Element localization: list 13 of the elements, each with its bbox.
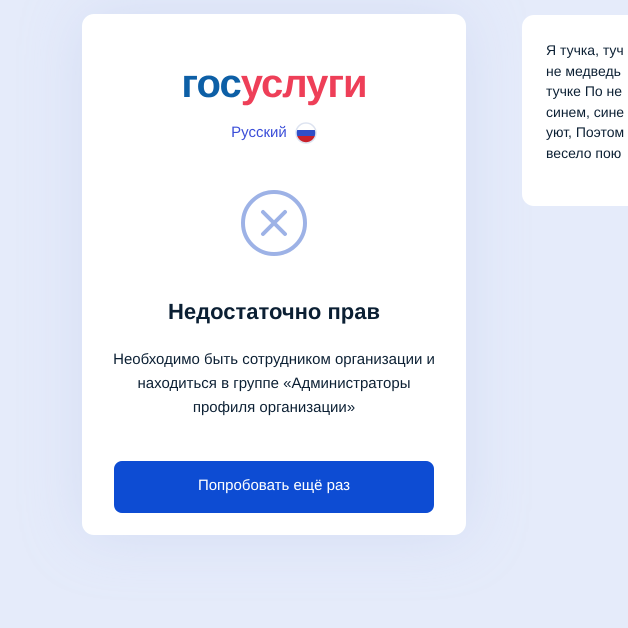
side-text-line: Я тучка, туч — [546, 41, 624, 60]
side-text-line: весело пою — [546, 144, 622, 162]
logo: госуслуги — [181, 64, 367, 104]
error-message: Необходимо быть сотрудником организации и находиться в группе «Администраторы профиля организации» — [112, 350, 436, 418]
error-icon — [240, 188, 308, 256]
side-text-line: синем, сине — [546, 102, 624, 122]
side-text-line: не медведь — [546, 62, 621, 81]
side-text-line: уют, Поэтом — [546, 123, 624, 142]
flag-icon — [294, 122, 317, 144]
language-link[interactable]: Русский — [231, 122, 287, 144]
side-text-line: тучке По не — [546, 82, 622, 101]
error-title: Недостаточно прав — [168, 298, 380, 326]
retry-button[interactable]: Попробовать ещё раз — [114, 460, 434, 512]
